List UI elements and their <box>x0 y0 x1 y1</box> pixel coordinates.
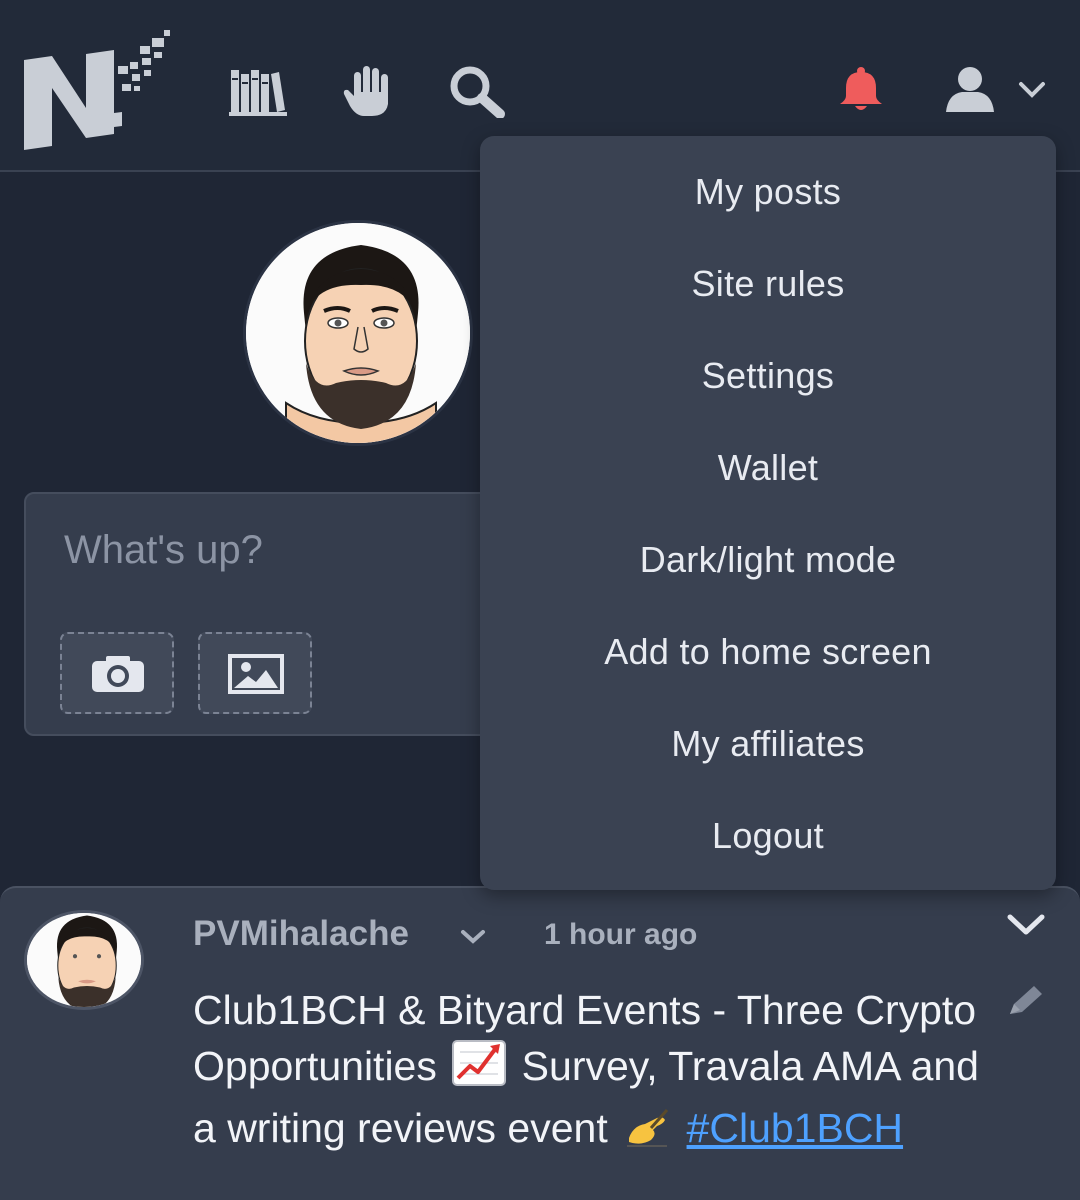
camera-icon <box>92 656 144 692</box>
post-card: PVMihalache 1 hour ago Club1BCH & Bityar… <box>0 886 1080 1200</box>
image-icon <box>228 654 284 694</box>
profile-avatar[interactable] <box>243 220 473 446</box>
menu-item-site-rules[interactable]: Site rules <box>480 238 1056 330</box>
user-dropdown-menu: My posts Site rules Settings Wallet Dark… <box>480 136 1056 890</box>
menu-item-settings[interactable]: Settings <box>480 330 1056 422</box>
composer-input[interactable] <box>64 520 484 580</box>
image-upload-button[interactable] <box>198 632 312 714</box>
post-author-avatar[interactable] <box>24 910 144 1010</box>
bell-icon[interactable] <box>834 66 888 114</box>
nf-logo[interactable] <box>22 26 172 154</box>
post-hashtag-link[interactable]: #Club1BCH <box>687 1105 904 1151</box>
search-icon[interactable] <box>448 64 506 118</box>
menu-item-logout[interactable]: Logout <box>480 790 1056 882</box>
avatar-illustration <box>246 223 470 443</box>
pencil-icon[interactable] <box>1006 984 1046 1020</box>
post-author-name[interactable]: PVMihalache <box>193 914 409 954</box>
collapse-chevron-icon[interactable] <box>1006 912 1046 938</box>
page: My posts Site rules Settings Wallet Dark… <box>0 0 1080 1200</box>
author-avatar-illustration <box>27 913 141 1007</box>
menu-item-wallet[interactable]: Wallet <box>480 422 1056 514</box>
menu-item-my-posts[interactable]: My posts <box>480 146 1056 238</box>
menu-item-add-to-home-screen[interactable]: Add to home screen <box>480 606 1056 698</box>
post-title[interactable]: Club1BCH & Bityard Events - Three Crypto… <box>193 982 983 1162</box>
hand-icon[interactable] <box>340 64 398 118</box>
menu-item-my-affiliates[interactable]: My affiliates <box>480 698 1056 790</box>
writing-hand-icon <box>623 1106 671 1162</box>
user-menu-toggle[interactable] <box>942 64 1052 118</box>
camera-button[interactable] <box>60 632 174 714</box>
author-chevron-down-icon[interactable] <box>460 928 486 946</box>
chart-increasing-icon <box>452 1040 507 1100</box>
chevron-down-icon <box>1019 82 1045 98</box>
post-timestamp: 1 hour ago <box>544 918 698 951</box>
menu-item-dark-light-mode[interactable]: Dark/light mode <box>480 514 1056 606</box>
user-icon <box>946 67 994 112</box>
library-icon[interactable] <box>229 64 287 118</box>
